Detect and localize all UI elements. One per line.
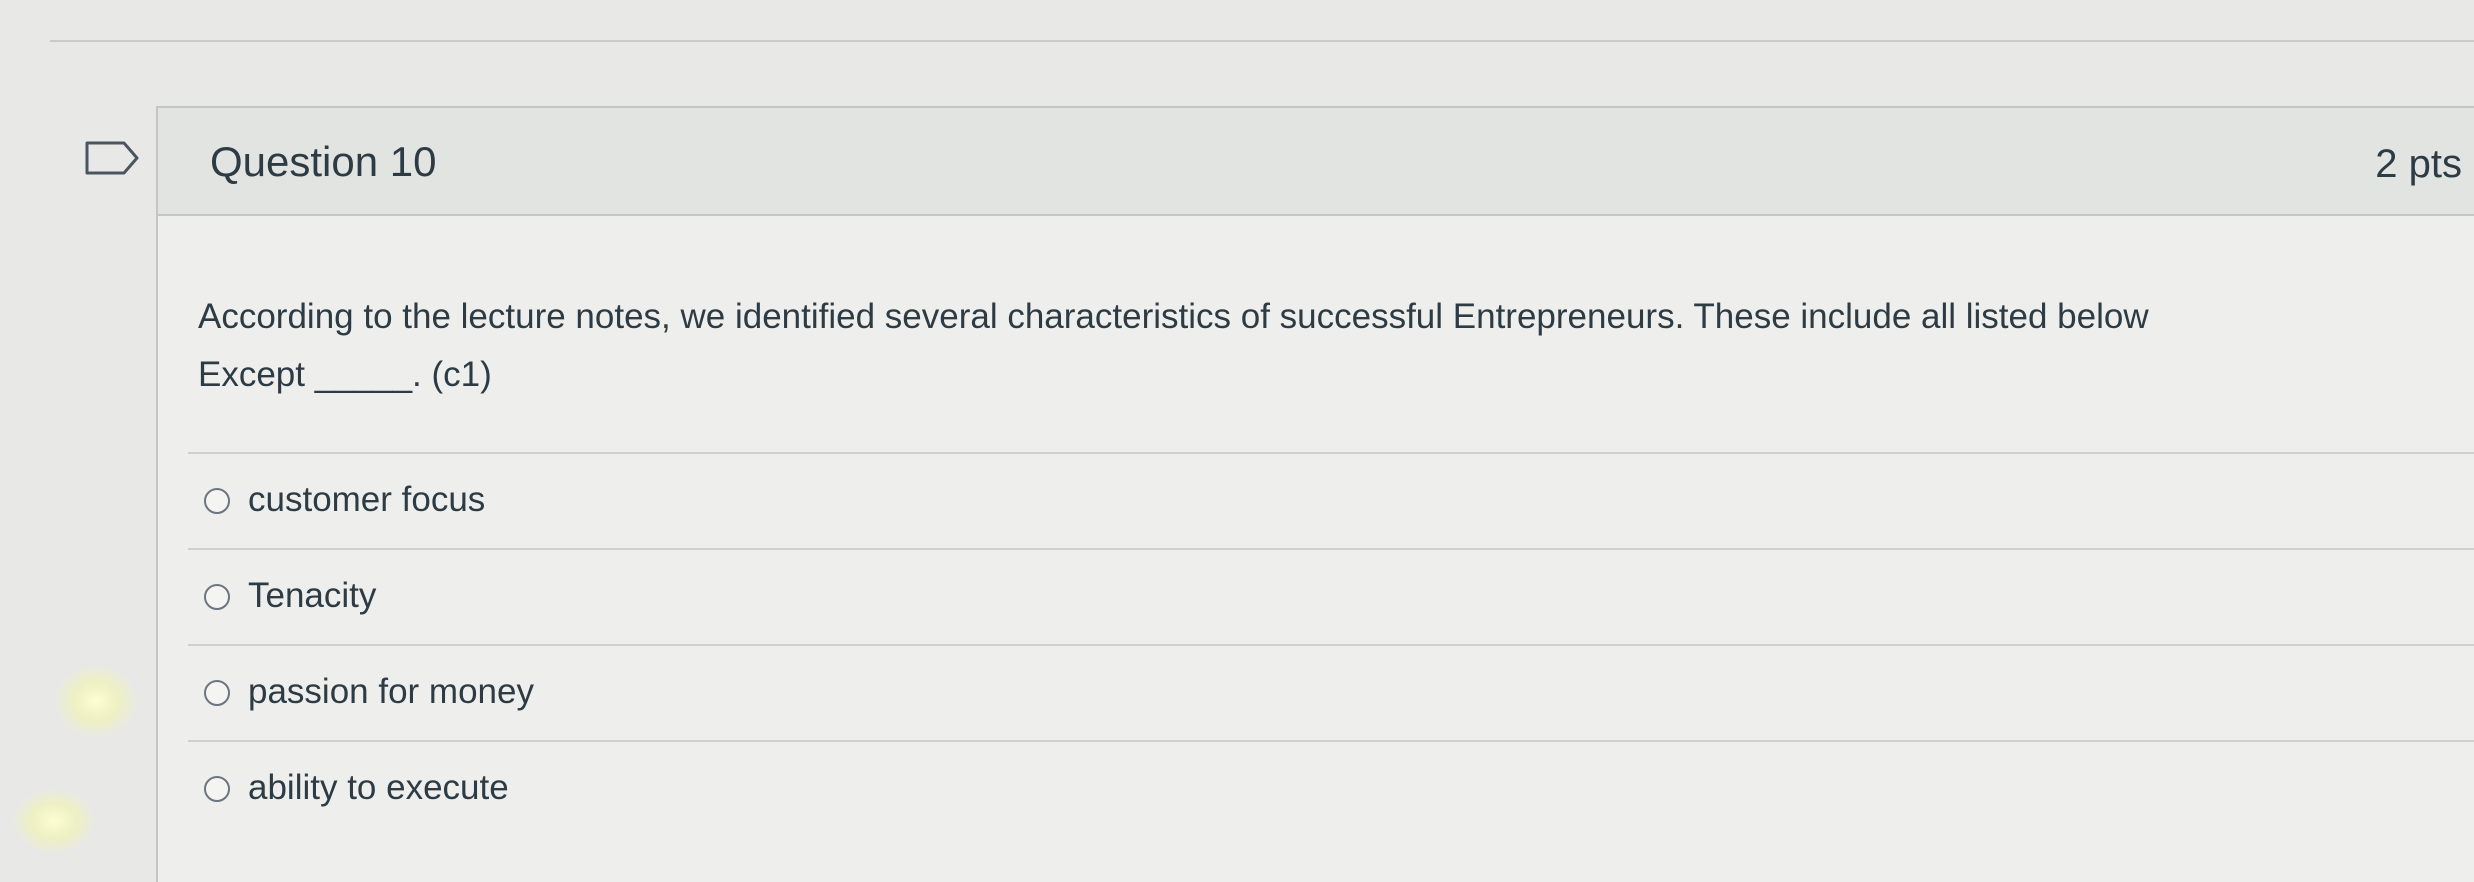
radio-button[interactable]	[204, 776, 230, 802]
answer-option-tenacity[interactable]: Tenacity	[188, 548, 2474, 644]
answer-option-ability-to-execute[interactable]: ability to execute	[188, 740, 2474, 836]
flag-question-icon[interactable]	[84, 140, 140, 176]
question-card: Question 10 2 pts According to the lectu…	[156, 106, 2474, 882]
answer-label[interactable]: passion for money	[248, 672, 534, 712]
answer-label[interactable]: Tenacity	[248, 576, 376, 616]
question-text: According to the lecture notes, we ident…	[198, 288, 2438, 404]
screen-glare	[14, 790, 94, 852]
answer-option-passion-for-money[interactable]: passion for money	[188, 644, 2474, 740]
answer-option-customer-focus[interactable]: customer focus	[188, 452, 2474, 548]
screen-glare	[56, 666, 136, 736]
radio-button[interactable]	[204, 488, 230, 514]
question-text-line-2: Except _____. (c1)	[198, 355, 492, 394]
question-text-line-1: According to the lecture notes, we ident…	[198, 297, 2149, 336]
top-divider	[50, 40, 2474, 42]
answer-label[interactable]: customer focus	[248, 480, 485, 520]
radio-button[interactable]	[204, 584, 230, 610]
question-title: Question 10	[210, 138, 437, 185]
question-points: 2 pts	[2375, 142, 2462, 186]
answer-list: customer focus Tenacity passion for mone…	[158, 452, 2474, 836]
radio-button[interactable]	[204, 680, 230, 706]
answer-label[interactable]: ability to execute	[248, 768, 509, 808]
question-header: Question 10 2 pts	[158, 108, 2474, 216]
